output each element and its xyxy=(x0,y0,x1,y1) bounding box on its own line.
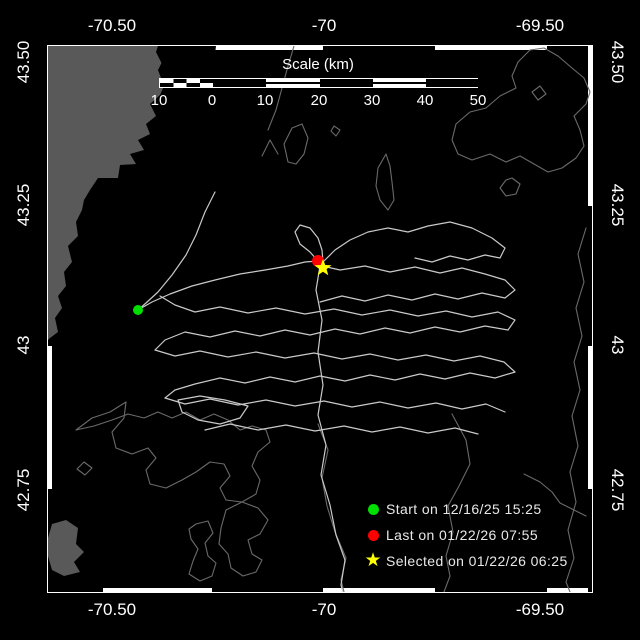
track-line xyxy=(205,424,478,434)
scalebar-segment-20-30 xyxy=(320,79,373,87)
legend-label: Start on 12/16/25 15:25 xyxy=(386,501,542,517)
axis-label-left: 43.50 xyxy=(14,41,34,84)
land-patch xyxy=(48,520,84,576)
contour-line xyxy=(284,124,308,164)
scalebar xyxy=(159,78,478,88)
scalebar-segment-40-50 xyxy=(426,79,479,87)
scalebar-tick-label: 40 xyxy=(417,92,434,109)
contour-line xyxy=(376,154,394,210)
track-map-figure: -70.50 -70 -69.50 -70.50 -70 -69.50 43.50 43.25… xyxy=(0,0,640,640)
legend-item: ★Selected on 01/22/26 06:25 xyxy=(360,548,568,574)
contour-line xyxy=(77,462,92,475)
scalebar-tick-label: 10 xyxy=(151,92,168,109)
contour-line xyxy=(262,140,278,156)
scalebar-tick-label: 50 xyxy=(470,92,487,109)
star-icon: ★ xyxy=(360,554,386,568)
contour-line xyxy=(532,86,546,100)
land-polygon xyxy=(48,46,164,340)
scalebar-segment-0-10 xyxy=(213,79,266,87)
track-line xyxy=(323,222,505,262)
axis-label-left: 43.25 xyxy=(14,184,34,227)
contour-line xyxy=(500,178,520,196)
track-line xyxy=(165,372,515,398)
dot-icon xyxy=(360,504,386,515)
contour-line xyxy=(219,502,268,576)
axis-label-right: 43.25 xyxy=(607,184,627,227)
legend-label: Last on 01/22/26 07:55 xyxy=(386,527,538,543)
axis-label-top: -70.50 xyxy=(88,16,136,36)
contour-line xyxy=(566,228,586,592)
contour-line xyxy=(189,521,216,581)
dot-icon xyxy=(360,530,386,541)
axis-label-right: 43.50 xyxy=(607,41,627,84)
sea-inlet xyxy=(156,46,216,80)
axis-label-right: 42.75 xyxy=(607,469,627,512)
scalebar-segment-checker xyxy=(160,79,213,87)
legend: Start on 12/16/25 15:25 Last on 01/22/26 … xyxy=(360,496,568,574)
track-line xyxy=(138,192,215,310)
scalebar-tick-label: 30 xyxy=(364,92,381,109)
start-marker xyxy=(133,305,143,315)
axis-label-bottom: -69.50 xyxy=(516,600,564,620)
legend-item: Start on 12/16/25 15:25 xyxy=(360,496,568,522)
axis-label-left: 42.75 xyxy=(14,469,34,512)
track-line xyxy=(318,265,515,302)
contour-line xyxy=(452,48,590,172)
contour-line xyxy=(331,126,340,136)
contour-line xyxy=(318,424,346,592)
scalebar-segment-30-40 xyxy=(373,79,426,87)
axis-label-left: 43 xyxy=(14,336,34,355)
scalebar-tick-label: 20 xyxy=(311,92,328,109)
scalebar-tick-label: 0 xyxy=(208,92,216,109)
track-line xyxy=(160,296,515,330)
scalebar-segment-10-20 xyxy=(266,79,320,87)
legend-label: Selected on 01/22/26 06:25 xyxy=(386,553,568,569)
axis-label-top: -69.50 xyxy=(516,16,564,36)
axis-label-bottom: -70.50 xyxy=(88,600,136,620)
axis-label-right: 43 xyxy=(607,336,627,355)
track-line xyxy=(138,261,318,310)
track-line xyxy=(155,350,515,372)
track-line xyxy=(155,326,508,350)
legend-item: Last on 01/22/26 07:55 xyxy=(360,522,568,548)
scalebar-title: Scale (km) xyxy=(282,56,354,73)
axis-label-bottom: -70 xyxy=(312,600,337,620)
track-line xyxy=(165,398,505,412)
scalebar-tick-label: 10 xyxy=(257,92,274,109)
axis-label-top: -70 xyxy=(312,16,337,36)
